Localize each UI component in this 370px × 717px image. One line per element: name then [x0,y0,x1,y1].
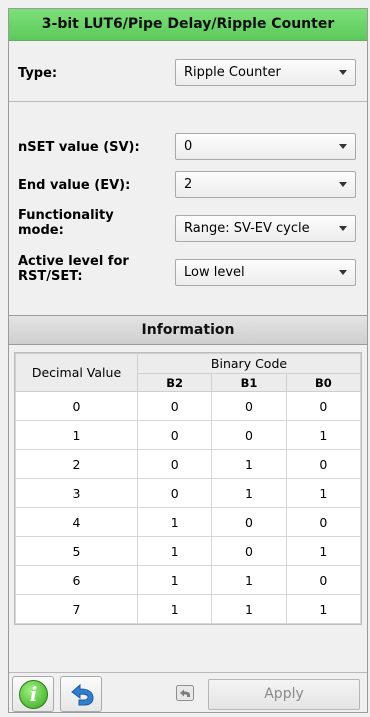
decimal-cell: 3 [15,478,138,508]
bit-cell: 0 [136,420,213,450]
undo-icon [71,683,94,706]
active-level-label-line1: Active level for [18,254,129,269]
decimal-value-header: Decimal Value [15,353,138,392]
decimal-cell: 5 [15,536,138,566]
chevron-down-icon [339,270,347,275]
table-row: 5 1 0 1 [15,536,362,566]
table-row: 6 1 1 0 [15,565,362,595]
active-level-label-line2: RST/SET: [18,269,83,284]
decimal-cell: 4 [15,507,138,537]
bit-cell: 1 [285,420,362,450]
type-select[interactable]: Ripple Counter [175,59,356,86]
bit-cell: 1 [285,594,362,624]
active-level-select-value: Low level [184,265,245,280]
chevron-down-icon [339,70,347,75]
bit-cell: 0 [211,391,287,421]
functionality-label-line2: mode: [18,223,64,238]
decimal-cell: 7 [15,594,138,624]
bit-cell: 1 [285,536,362,566]
properties-panel: 3-bit LUT6/Pipe Delay/Ripple Counter Typ… [8,8,368,713]
bit-cell: 0 [211,536,287,566]
table-row: 4 1 0 0 [15,507,362,537]
bit-header-b0: B0 [285,373,362,392]
bit-cell: 0 [285,507,362,537]
bit-cell: 0 [285,449,362,479]
bit-cell: 0 [211,507,287,537]
table-row: 2 0 1 0 [15,449,362,479]
bit-cell: 1 [211,478,287,508]
functionality-select[interactable]: Range: SV-EV cycle [175,215,356,242]
bit-cell: 1 [211,594,287,624]
information-header: Information [9,315,367,345]
end-value-select[interactable]: 2 [175,171,356,198]
bit-cell: 0 [285,391,362,421]
end-value-select-value: 2 [184,177,193,192]
bit-header-b2: B2 [136,373,213,392]
apply-button[interactable]: Apply [208,679,360,710]
nset-label: nSET value (SV): [18,140,140,155]
divider [9,101,367,102]
bit-cell: 0 [136,391,213,421]
bit-cell: 1 [136,536,213,566]
bit-cell: 1 [136,565,213,595]
functionality-select-value: Range: SV-EV cycle [184,221,310,236]
chevron-down-icon [339,226,347,231]
functionality-label-line1: Functionality [18,208,114,223]
type-select-value: Ripple Counter [184,65,281,80]
undo-button[interactable] [60,676,102,712]
nset-select-value: 0 [184,139,193,154]
chevron-down-icon [339,144,347,149]
panel-footer: i Apply [9,672,367,712]
nset-select[interactable]: 0 [175,133,356,160]
info-icon: i [19,680,48,709]
functionality-label: Functionality mode: [18,208,114,238]
chevron-down-icon [339,182,347,187]
bit-cell: 0 [136,478,213,508]
table-row: 3 0 1 1 [15,478,362,508]
active-level-label: Active level for RST/SET: [18,254,129,284]
decimal-cell: 6 [15,565,138,595]
info-button[interactable]: i [12,676,54,712]
bit-cell: 0 [136,449,213,479]
bit-header-b1: B1 [211,373,287,392]
bit-cell: 0 [211,420,287,450]
binary-code-table: Decimal Value Binary Code B2 B1 B0 0 0 0… [14,352,362,625]
active-level-select[interactable]: Low level [175,259,356,286]
decimal-cell: 1 [15,420,138,450]
binary-code-header: Binary Code [137,353,361,374]
bit-cell: 1 [211,449,287,479]
panel-title: 3-bit LUT6/Pipe Delay/Ripple Counter [9,9,367,41]
decimal-cell: 0 [15,391,138,421]
bit-cell: 1 [136,507,213,537]
table-row: 0 0 0 0 [15,391,362,421]
type-label: Type: [18,66,58,81]
decimal-cell: 2 [15,449,138,479]
bit-cell: 1 [136,594,213,624]
table-row: 7 1 1 1 [15,594,362,624]
bit-cell: 1 [285,478,362,508]
table-row: 1 0 0 1 [15,420,362,450]
bit-cell: 1 [211,565,287,595]
end-value-label: End value (EV): [18,178,131,193]
bit-cell: 0 [285,565,362,595]
revert-icon [176,685,194,701]
